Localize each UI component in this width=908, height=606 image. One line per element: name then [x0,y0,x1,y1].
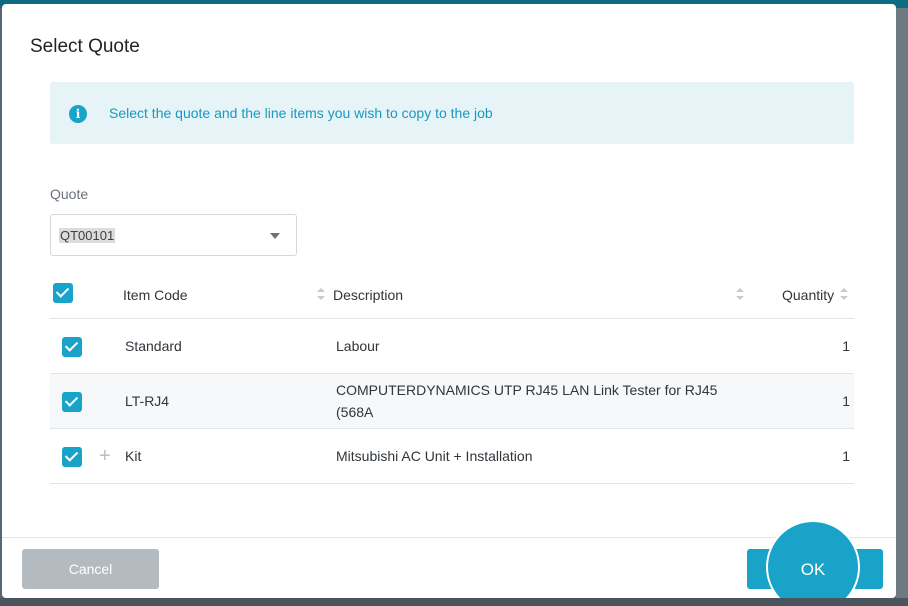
sort-icon[interactable] [840,288,848,300]
table-row[interactable]: Standard Labour 1 [50,319,854,374]
item-quantity: 1 [842,338,850,354]
sort-icon[interactable] [317,288,325,300]
row-checkbox[interactable] [62,337,82,357]
quote-label: Quote [50,186,89,202]
header-quantity[interactable]: Quantity [782,287,834,303]
info-banner: i Select the quote and the line items yo… [50,82,854,144]
footer-divider [2,537,896,538]
select-quote-dialog: Select Quote i Select the quote and the … [2,4,896,598]
quote-selected-value: QT00101 [59,228,116,243]
item-quantity: 1 [842,448,850,464]
chevron-down-icon [270,233,280,239]
header-description[interactable]: Description [333,287,403,303]
table-row[interactable]: + Kit Mitsubishi AC Unit + Installation … [50,429,854,484]
dialog-title: Select Quote [30,36,140,57]
info-message: Select the quote and the line items you … [109,105,493,121]
plus-icon[interactable]: + [99,446,111,466]
cancel-button[interactable]: Cancel [22,549,159,589]
row-checkbox[interactable] [62,447,82,467]
row-checkbox[interactable] [62,392,82,412]
select-all-checkbox[interactable] [53,283,73,303]
item-description: Mitsubishi AC Unit + Installation [336,448,533,464]
item-code: LT-RJ4 [125,393,170,409]
item-quantity: 1 [842,393,850,409]
info-icon: i [69,105,87,123]
sort-icon[interactable] [736,288,744,300]
background-page-bottom [0,598,908,606]
quote-dropdown[interactable]: QT00101 [50,214,297,256]
background-page [896,8,908,606]
line-items-table: Item Code Description Quantity Standard … [50,268,854,484]
description-line: COMPUTERDYNAMICS UTP RJ45 LAN Link Teste… [336,382,718,420]
item-code: Standard [125,338,182,354]
header-item-code[interactable]: Item Code [123,287,188,303]
table-header-row: Item Code Description Quantity [50,268,854,319]
table-row[interactable]: LT-RJ4 COMPUTERDYNAMICS UTP RJ45 LAN Lin… [50,374,854,442]
item-description: Labour [336,338,380,354]
item-code: Kit [125,448,142,464]
ok-button[interactable] [747,549,883,589]
